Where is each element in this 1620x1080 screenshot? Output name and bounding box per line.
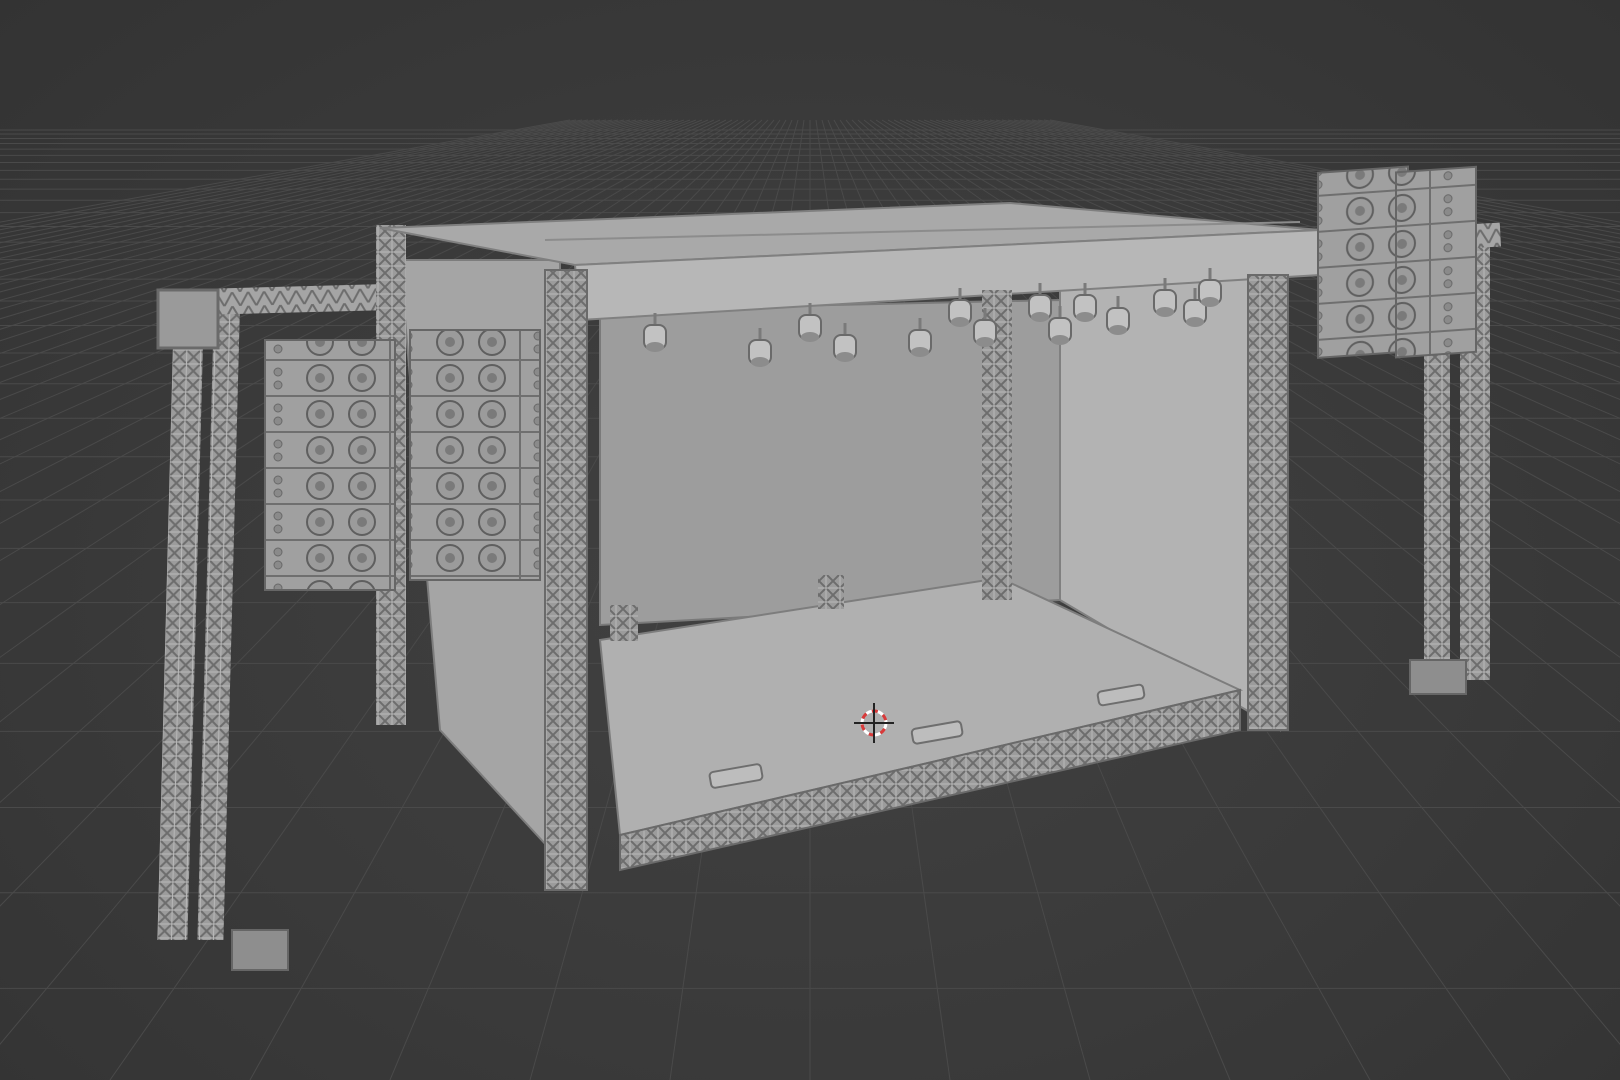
3d-viewport[interactable]: [0, 0, 1620, 1080]
back-truss-mid: [818, 575, 844, 609]
scene-canvas[interactable]: [0, 0, 1620, 1080]
right-speaker-array-inner: [1317, 165, 1409, 359]
right-speaker-array-outer: [1395, 165, 1477, 359]
left-tower-base: [231, 929, 289, 971]
front-truss-left: [544, 269, 588, 891]
left-speaker-array-inner: [409, 329, 541, 581]
front-truss-right: [1247, 274, 1289, 731]
left-speaker-array-outer: [264, 339, 396, 591]
right-tower-base: [1409, 659, 1467, 695]
left-tower-head: [156, 288, 220, 350]
stage-model[interactable]: [156, 165, 1502, 971]
back-truss-left: [610, 605, 638, 641]
left-tower-post-outer: [157, 300, 205, 940]
